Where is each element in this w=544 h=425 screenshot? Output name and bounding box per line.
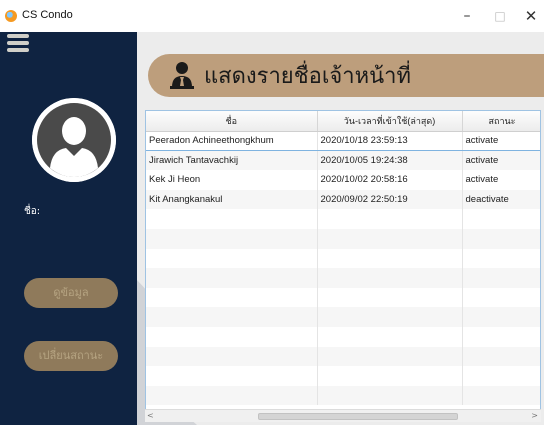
page-title: แสดงรายชื่อเจ้าหน้าที่ — [204, 64, 412, 89]
cell-last-login — [317, 228, 463, 249]
cell-last-login — [317, 385, 463, 406]
table-row[interactable] — [146, 209, 540, 229]
cell-last-login — [317, 248, 463, 269]
column-header-status[interactable]: สถานะ — [462, 111, 540, 132]
cell-name — [146, 228, 318, 249]
cell-last-login — [317, 209, 463, 229]
cell-last-login: 2020/10/18 23:59:13 — [317, 130, 463, 152]
view-info-button[interactable]: ดูข้อมูล — [24, 278, 118, 308]
cell-last-login: 2020/09/02 22:50:19 — [317, 189, 463, 210]
cell-status: deactivate — [462, 189, 540, 210]
app-logo-icon — [5, 10, 17, 22]
table-row[interactable] — [146, 307, 540, 327]
minimize-button[interactable]: – — [453, 4, 481, 28]
maximize-button[interactable]: □ — [486, 4, 514, 28]
cell-status — [462, 385, 540, 406]
cell-status — [462, 209, 540, 229]
table-row[interactable]: Kit Anangkanakul 2020/09/02 22:50:19 deact… — [146, 189, 540, 210]
cell-last-login — [317, 268, 463, 288]
user-tie-icon — [170, 62, 194, 89]
cell-name — [146, 326, 318, 347]
user-silhouette-icon — [32, 98, 116, 182]
cell-status — [462, 326, 540, 347]
cell-name — [146, 346, 318, 367]
cell-name: Jirawich Tantavachkij — [146, 150, 318, 171]
title-bar: CS Condo – □ ✕ — [0, 0, 544, 32]
scrollbar-thumb[interactable] — [258, 413, 458, 420]
cell-last-login — [317, 346, 463, 367]
cell-status — [462, 228, 540, 249]
table-row[interactable] — [146, 228, 540, 249]
cell-last-login: 2020/10/05 19:24:38 — [317, 150, 463, 171]
cell-status: activate — [462, 170, 540, 190]
staff-table: ชื่อ วัน-เวลาที่เข้าใช้(ล่าสุด) สถานะ Pe… — [145, 110, 541, 422]
close-button[interactable]: ✕ — [517, 4, 544, 28]
table-row[interactable] — [146, 385, 540, 406]
column-header-name[interactable]: ชื่อ — [146, 111, 318, 132]
cell-name: Peeradon Achineethongkhum — [146, 130, 318, 152]
window-title: CS Condo — [22, 9, 73, 21]
cell-name — [146, 307, 318, 327]
cell-name — [146, 366, 318, 386]
cell-status — [462, 346, 540, 367]
cell-status: activate — [462, 150, 540, 171]
cell-status — [462, 268, 540, 288]
cell-name — [146, 287, 318, 308]
cell-status — [462, 366, 540, 386]
cell-last-login — [317, 326, 463, 347]
cell-status: activate — [462, 130, 540, 152]
cell-last-login — [317, 307, 463, 327]
table-row[interactable]: Jirawich Tantavachkij 2020/10/05 19:24:38… — [146, 150, 540, 171]
table-row[interactable] — [146, 366, 540, 386]
table-row[interactable] — [146, 268, 540, 288]
cell-name: Kek Ji Heon — [146, 170, 318, 190]
cell-last-login — [317, 366, 463, 386]
table-header-row: ชื่อ วัน-เวลาที่เข้าใช้(ล่าสุด) สถานะ — [146, 111, 540, 132]
table-row[interactable] — [146, 287, 540, 308]
cell-status — [462, 287, 540, 308]
cell-last-login — [317, 287, 463, 308]
cell-last-login: 2020/10/02 20:58:16 — [317, 170, 463, 190]
cell-status — [462, 307, 540, 327]
sidebar: ชื่อ: ดูข้อมูล เปลี่ยนสถานะ — [0, 32, 137, 425]
table-row[interactable] — [146, 326, 540, 347]
cell-name — [146, 268, 318, 288]
hamburger-menu-icon[interactable] — [7, 32, 29, 54]
cell-status — [462, 248, 540, 269]
column-header-last-login[interactable]: วัน-เวลาที่เข้าใช้(ล่าสุด) — [317, 111, 463, 132]
horizontal-scrollbar[interactable]: < > — [145, 409, 541, 422]
cell-name: Kit Anangkanakul — [146, 189, 318, 210]
scroll-right-icon[interactable]: > — [531, 411, 538, 420]
change-status-button[interactable]: เปลี่ยนสถานะ — [24, 341, 118, 371]
scroll-left-icon[interactable]: < — [147, 411, 154, 420]
cell-name — [146, 385, 318, 406]
cell-name — [146, 209, 318, 229]
table-row[interactable]: Peeradon Achineethongkhum 2020/10/18 23:5… — [146, 130, 540, 152]
cell-name — [146, 248, 318, 269]
table-row[interactable]: Kek Ji Heon 2020/10/02 20:58:16 activate — [146, 170, 540, 190]
table-row[interactable] — [146, 346, 540, 367]
user-name-label: ชื่อ: — [24, 206, 41, 217]
table-row[interactable] — [146, 248, 540, 269]
avatar — [32, 98, 116, 182]
